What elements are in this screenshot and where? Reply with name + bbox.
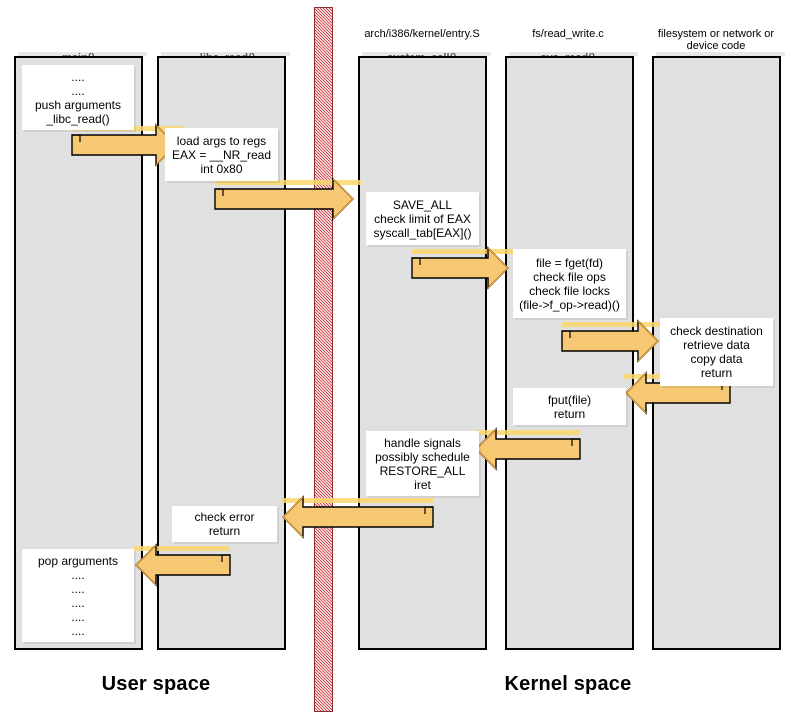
label-user-space: User space [101,673,211,695]
label-kernel-space: Kernel space [504,673,632,695]
note-check-error: check error return [172,506,277,542]
arrow-libc-read-to-main [130,543,232,588]
note-fput: fput(file) return [513,388,626,425]
note-fget: file = fget(fd) check file ops check fil… [513,249,626,318]
column-path-device: filesystem or network or device code [657,28,775,52]
arrow-sys-read-to-device [561,319,672,364]
note-save-all: SAVE_ALL check limit of EAX syscall_tab[… [366,192,479,245]
user-kernel-boundary-bar [314,7,333,712]
arrow-libc-read-to-system-call [214,177,367,222]
arrow-system-call-to-libc-read [277,495,435,540]
note-handle-signals: handle signals possibly schedule RESTORE… [366,431,479,496]
note-check-destination: check destination retrieve data copy dat… [660,318,773,386]
column-path-sys-read: fs/read_write.c [532,28,604,40]
column-path-system-call: arch/i386/kernel/entry.S [364,28,480,40]
arrow-sys-read-to-system-call [470,427,582,472]
note-load-args: load args to regs EAX = __NR_read int 0x… [165,128,278,181]
note-pop-arguments: pop arguments .... .... .... .... .... [22,549,134,642]
arrow-system-call-to-sys-read [411,246,522,291]
diagram-canvas: main() __libc_read() arch/i386/kernel/en… [0,0,790,725]
note-push-arguments: .... .... push arguments _libc_read() [22,65,134,130]
lane-system-call [358,56,487,650]
